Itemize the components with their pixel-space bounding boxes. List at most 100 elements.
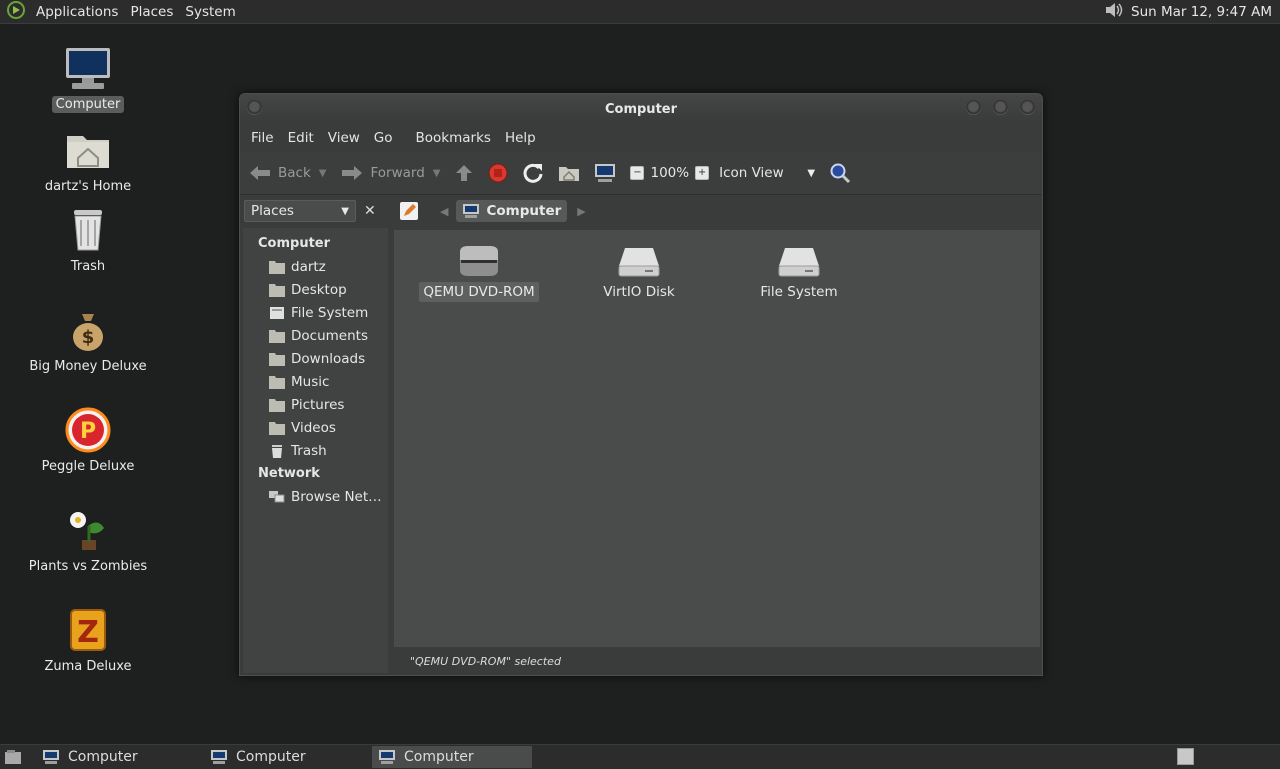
sidebar-item-label: Pictures: [291, 396, 345, 413]
sidebar-item-dartz[interactable]: dartz: [243, 255, 388, 278]
hard-disk-icon: [778, 248, 820, 277]
forward-label: Forward: [370, 165, 425, 181]
top-panel: Applications Places System Sun Mar 12, 9…: [0, 0, 1280, 24]
sidebar-item-downloads[interactable]: Downloads: [243, 347, 388, 370]
sidebar-item-music[interactable]: Music: [243, 370, 388, 393]
reload-button[interactable]: [522, 162, 544, 184]
toolbar: Back ▼ Forward ▼ − 100% + Icon View ▼: [240, 152, 1042, 195]
window-menu-button[interactable]: [247, 100, 262, 115]
status-text: "QEMU DVD-ROM" selected: [410, 655, 561, 668]
side-pane-header: Places ▼ ✕: [240, 194, 392, 228]
up-button[interactable]: [454, 163, 474, 183]
menu-view[interactable]: View: [321, 130, 367, 146]
file-label: File System: [760, 284, 838, 300]
menu-go[interactable]: Go: [367, 130, 400, 146]
breadcrumb-computer[interactable]: Computer: [456, 200, 568, 222]
sidebar-item-desktop[interactable]: Desktop: [243, 278, 388, 301]
maximize-button[interactable]: [993, 100, 1008, 115]
window-title: Computer: [604, 101, 678, 117]
taskbar-item-label: Computer: [236, 749, 306, 765]
desktop-icon-label: Big Money Deluxe: [29, 359, 147, 374]
desktop-icon-peggle[interactable]: P Peggle Deluxe: [18, 406, 158, 475]
folder-icon: [269, 398, 285, 412]
close-button[interactable]: [1020, 100, 1035, 115]
view-mode-value: Icon View: [719, 165, 784, 181]
desktop-icon-home[interactable]: dartz's Home: [18, 126, 158, 195]
trash-icon: [272, 444, 282, 458]
stop-button[interactable]: [488, 163, 508, 183]
sidebar-item-trash[interactable]: Trash: [243, 439, 388, 462]
menu-applications[interactable]: Applications: [30, 4, 124, 20]
sidebar-item-label: Documents: [291, 327, 368, 344]
taskbar-item-computer-2[interactable]: Computer: [204, 746, 364, 768]
zoom-out-icon[interactable]: −: [630, 166, 645, 180]
file-icon-virtio-disk[interactable]: VirtIO Disk: [574, 242, 704, 302]
clock[interactable]: Sun Mar 12, 9:47 AM: [1131, 4, 1272, 20]
desktop-icon-label: Peggle Deluxe: [41, 459, 135, 474]
stop-icon: [488, 163, 508, 183]
status-bar: "QEMU DVD-ROM" selected: [394, 648, 1042, 675]
menu-help[interactable]: Help: [498, 130, 543, 146]
desktop-icon-plants[interactable]: Plants vs Zombies: [18, 506, 158, 575]
view-mode-select[interactable]: Icon View ▼: [719, 165, 815, 181]
bottom-panel: Computer Computer Computer: [0, 744, 1280, 769]
desktop-icon-computer[interactable]: Computer: [18, 44, 158, 113]
file-icon-qemu-dvd-rom[interactable]: QEMU DVD-ROM: [414, 242, 544, 302]
crumb-right-arrow-icon[interactable]: ▶: [577, 205, 585, 218]
menu-system[interactable]: System: [179, 4, 241, 20]
sidebar-item-videos[interactable]: Videos: [243, 416, 388, 439]
crumb-left-arrow-icon[interactable]: ◀: [440, 205, 448, 218]
svg-text:$: $: [82, 327, 95, 348]
window-titlebar[interactable]: Computer: [240, 94, 1042, 124]
close-pane-icon[interactable]: ✕: [364, 203, 376, 219]
taskbar-item-computer-3[interactable]: Computer: [372, 746, 532, 768]
menu-edit[interactable]: Edit: [281, 130, 321, 146]
sidebar-item-browse-network[interactable]: Browse Net…: [243, 485, 388, 508]
location-bar: ◀ Computer ▶: [394, 194, 1042, 228]
menu-bookmarks[interactable]: Bookmarks: [400, 130, 498, 146]
file-manager-window: Computer File Edit View Go Bookmarks Hel…: [239, 93, 1043, 676]
sidebar-item-documents[interactable]: Documents: [243, 324, 388, 347]
volume-icon[interactable]: [1103, 0, 1125, 24]
forward-button[interactable]: Forward: [340, 164, 425, 182]
peggle-icon: P: [65, 407, 111, 453]
sidebar-item-label: Browse Net…: [291, 488, 382, 505]
home-folder-icon: [67, 136, 109, 168]
sidebar-item-pictures[interactable]: Pictures: [243, 393, 388, 416]
desktop-icon-trash[interactable]: Trash: [18, 206, 158, 275]
svg-text:P: P: [80, 419, 96, 444]
zoom-in-icon[interactable]: +: [695, 166, 710, 180]
computer-button[interactable]: [594, 163, 616, 183]
back-history-arrow-icon[interactable]: ▼: [319, 168, 327, 179]
breadcrumb-label: Computer: [486, 203, 562, 219]
desktop-icon-label: Trash: [70, 259, 106, 274]
desktop-icon-big-money[interactable]: $ Big Money Deluxe: [18, 306, 158, 375]
desktop-icon-zuma[interactable]: Z Zuma Deluxe: [18, 606, 158, 675]
workspace-switcher[interactable]: [1177, 748, 1194, 765]
menu-places[interactable]: Places: [124, 4, 179, 20]
show-desktop-icon[interactable]: [4, 749, 22, 765]
sidebar-item-label: Desktop: [291, 281, 347, 298]
file-system-icon: [270, 306, 284, 319]
panel-logo-icon[interactable]: [6, 0, 26, 23]
menu-file[interactable]: File: [244, 130, 281, 146]
search-button[interactable]: [829, 162, 851, 184]
sidebar-item-label: Trash: [291, 442, 327, 459]
forward-history-arrow-icon[interactable]: ▼: [433, 168, 441, 179]
chevron-down-icon: ▼: [807, 167, 816, 179]
toggle-location-entry-icon[interactable]: [400, 202, 418, 220]
minimize-button[interactable]: [966, 100, 981, 115]
optical-drive-icon: [460, 246, 498, 276]
folder-icon: [269, 283, 285, 297]
file-icon-file-system[interactable]: File System: [734, 242, 864, 302]
computer-icon: [43, 750, 59, 764]
computer-icon: [66, 48, 110, 89]
sidebar-heading-network: Network: [258, 466, 320, 481]
home-button[interactable]: [558, 164, 580, 182]
places-select[interactable]: Places ▼: [244, 200, 356, 222]
taskbar-item-computer-1[interactable]: Computer: [36, 746, 196, 768]
sidebar-item-file-system[interactable]: File System: [243, 301, 388, 324]
back-button[interactable]: Back: [248, 164, 311, 182]
icon-view[interactable]: QEMU DVD-ROM VirtIO Disk File System: [394, 230, 1040, 647]
computer-icon: [379, 750, 395, 764]
